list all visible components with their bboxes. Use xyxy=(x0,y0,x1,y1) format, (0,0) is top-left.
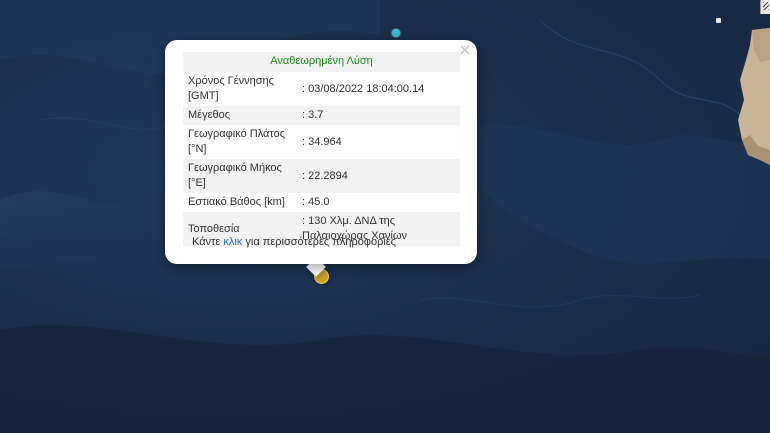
earthquake-popup: × Αναθεωρημένη Λύση Χρόνος Γέννησης [GMT… xyxy=(165,40,477,264)
popup-title: Αναθεωρημένη Λύση xyxy=(183,52,460,72)
magnitude-value: : 3.7 xyxy=(296,106,460,125)
map-view[interactable]: × Αναθεωρημένη Λύση Χρόνος Γέννησης [GMT… xyxy=(0,0,770,433)
latitude-value: : 34.964 xyxy=(302,135,342,148)
more-info-suffix: για περισσότερες πληροφορίες xyxy=(242,236,396,248)
table-row-origin-time: Χρόνος Γέννησης [GMT] : 03/08/2022 18:04… xyxy=(183,72,460,106)
more-info-prefix: Κάντε xyxy=(192,236,224,248)
magnitude-label: Μέγεθος xyxy=(183,106,296,125)
popup-title-row: Αναθεωρημένη Λύση xyxy=(183,52,460,72)
station-marker[interactable] xyxy=(392,29,400,37)
table-row-latitude: Γεωγραφικό Πλάτος [°N] : 34.964 xyxy=(183,125,460,159)
longitude-label: Γεωγραφικό Μήκος [°E] xyxy=(183,159,296,193)
close-icon[interactable]: × xyxy=(458,42,472,58)
earthquake-details-table: Αναθεωρημένη Λύση Χρόνος Γέννησης [GMT] … xyxy=(183,52,460,246)
longitude-value: : 22.2894 xyxy=(296,159,460,193)
station-marker-small[interactable] xyxy=(716,18,721,23)
table-row-longitude: Γεωγραφικό Μήκος [°E] : 22.2894 xyxy=(183,159,460,193)
more-info-link[interactable]: κλικ xyxy=(223,236,242,248)
more-info-text: Κάντε κλικ για περισσότερες πληροφορίες xyxy=(192,236,396,248)
layers-icon[interactable] xyxy=(760,0,770,14)
origin-time-value: : 03/08/2022 18:04:00.14 xyxy=(302,82,425,95)
depth-value: : 45.0 xyxy=(302,196,330,208)
table-row-magnitude: Μέγεθος : 3.7 xyxy=(183,106,460,125)
origin-time-label: Χρόνος Γέννησης [GMT] xyxy=(188,75,274,102)
depth-label: Εστιακό Βάθος [km] xyxy=(188,196,285,208)
table-row-depth: Εστιακό Βάθος [km] : 45.0 xyxy=(183,193,460,212)
latitude-label: Γεωγραφικό Πλάτος [°N] xyxy=(188,128,286,155)
